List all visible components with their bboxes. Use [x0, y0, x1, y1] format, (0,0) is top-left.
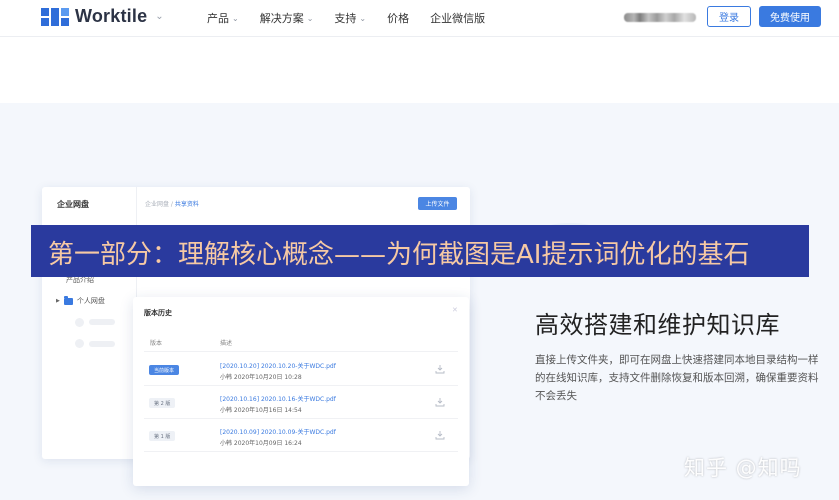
- skeleton-dot: [75, 318, 84, 327]
- brand-logo[interactable]: Worktile ⌄: [41, 6, 164, 27]
- nav-item-product[interactable]: 产品 ⌄: [207, 10, 239, 26]
- banner-text: 第一部分：理解核心概念——为何截图是AI提示词优化的基石: [48, 240, 750, 270]
- version-tag: 当前版本: [149, 365, 180, 375]
- version-file-link[interactable]: [2020.10.16] 2020.10.16-关于WDC.pdf: [220, 394, 336, 403]
- chevron-down-icon: ⌄: [359, 13, 367, 23]
- table-row: 第 2 版 [2020.10.16] 2020.10.16-关于WDC.pdf …: [144, 387, 458, 419]
- skeleton-line: [89, 341, 115, 347]
- feature-description: 直接上传文件夹，即可在网盘上快速搭建同本地目录结构一样的在线知识库，支持文件删除…: [535, 354, 819, 402]
- tree-item-personal[interactable]: ▶ 个人网盘: [56, 295, 105, 306]
- nav-item-wecom[interactable]: 企业微信版: [430, 10, 485, 26]
- overlay-banner: 第一部分：理解核心概念——为何截图是AI提示词优化的基石: [31, 225, 809, 277]
- login-button[interactable]: 登录: [707, 6, 751, 27]
- table-row: 当前版本 [2020.10.20] 2020.10.20-关于WDC.pdf 小…: [144, 354, 458, 386]
- download-icon[interactable]: [435, 364, 445, 374]
- download-icon[interactable]: [435, 430, 445, 440]
- panel-title: 版本历史: [144, 309, 172, 317]
- drive-sidebar-title: 企业网盘: [57, 200, 89, 209]
- folder-icon: [63, 295, 73, 305]
- close-icon[interactable]: ✕: [452, 306, 460, 314]
- worktile-logo-icon: [41, 7, 69, 26]
- free-trial-button[interactable]: 免费使用: [759, 6, 821, 27]
- chevron-down-icon: ⌄: [306, 13, 314, 23]
- version-history-panel: 版本历史 ✕ 版本 描述 当前版本 [2020.10.20] 2020.10.2…: [133, 297, 469, 486]
- download-icon[interactable]: [435, 397, 445, 407]
- version-meta: 小韩 2020年10月16日 14:54: [220, 407, 302, 414]
- chevron-down-icon: ⌄: [232, 13, 239, 23]
- top-header: Worktile ⌄ 产品 ⌄ 解决方案 ⌄ 支持 ⌄ 价格 企业微信版 登录 免费使…: [0, 0, 839, 37]
- version-tag: 第 1 版: [149, 431, 176, 441]
- main-nav: 产品 ⌄ 解决方案 ⌄ 支持 ⌄ 价格 企业微信版: [207, 0, 506, 36]
- caret-right-icon: ▶: [56, 298, 60, 304]
- breadcrumb: 企业网盘 / 共享资料: [145, 201, 199, 208]
- upload-file-button[interactable]: 上传文件: [418, 197, 457, 210]
- version-tag: 第 2 版: [149, 398, 176, 408]
- version-meta: 小韩 2020年10月09日 16:24: [220, 440, 302, 447]
- version-file-link[interactable]: [2020.10.20] 2020.10.20-关于WDC.pdf: [220, 361, 336, 370]
- version-meta: 小韩 2020年10月20日 10:28: [220, 374, 302, 381]
- feature-title: 高效搭建和维护知识库: [535, 311, 780, 339]
- version-file-link[interactable]: [2020.10.09] 2020.10.09-关于WDC.pdf: [220, 427, 336, 436]
- chevron-down-icon[interactable]: ⌄: [155, 11, 163, 22]
- skeleton-line: [89, 319, 115, 325]
- brand-name: Worktile: [75, 6, 148, 26]
- nav-item-pricing[interactable]: 价格: [387, 10, 409, 26]
- zhihu-watermark: 知乎 @知吗: [684, 456, 802, 480]
- table-header: 版本 描述: [144, 332, 458, 352]
- table-row: 第 1 版 [2020.10.09] 2020.10.09-关于WDC.pdf …: [144, 420, 458, 452]
- skeleton-dot: [75, 339, 84, 348]
- hero-spacer: [0, 37, 839, 103]
- blurred-account-info: [624, 13, 696, 22]
- nav-item-support[interactable]: 支持 ⌄: [334, 10, 366, 26]
- nav-item-solutions[interactable]: 解决方案 ⌄: [260, 10, 314, 26]
